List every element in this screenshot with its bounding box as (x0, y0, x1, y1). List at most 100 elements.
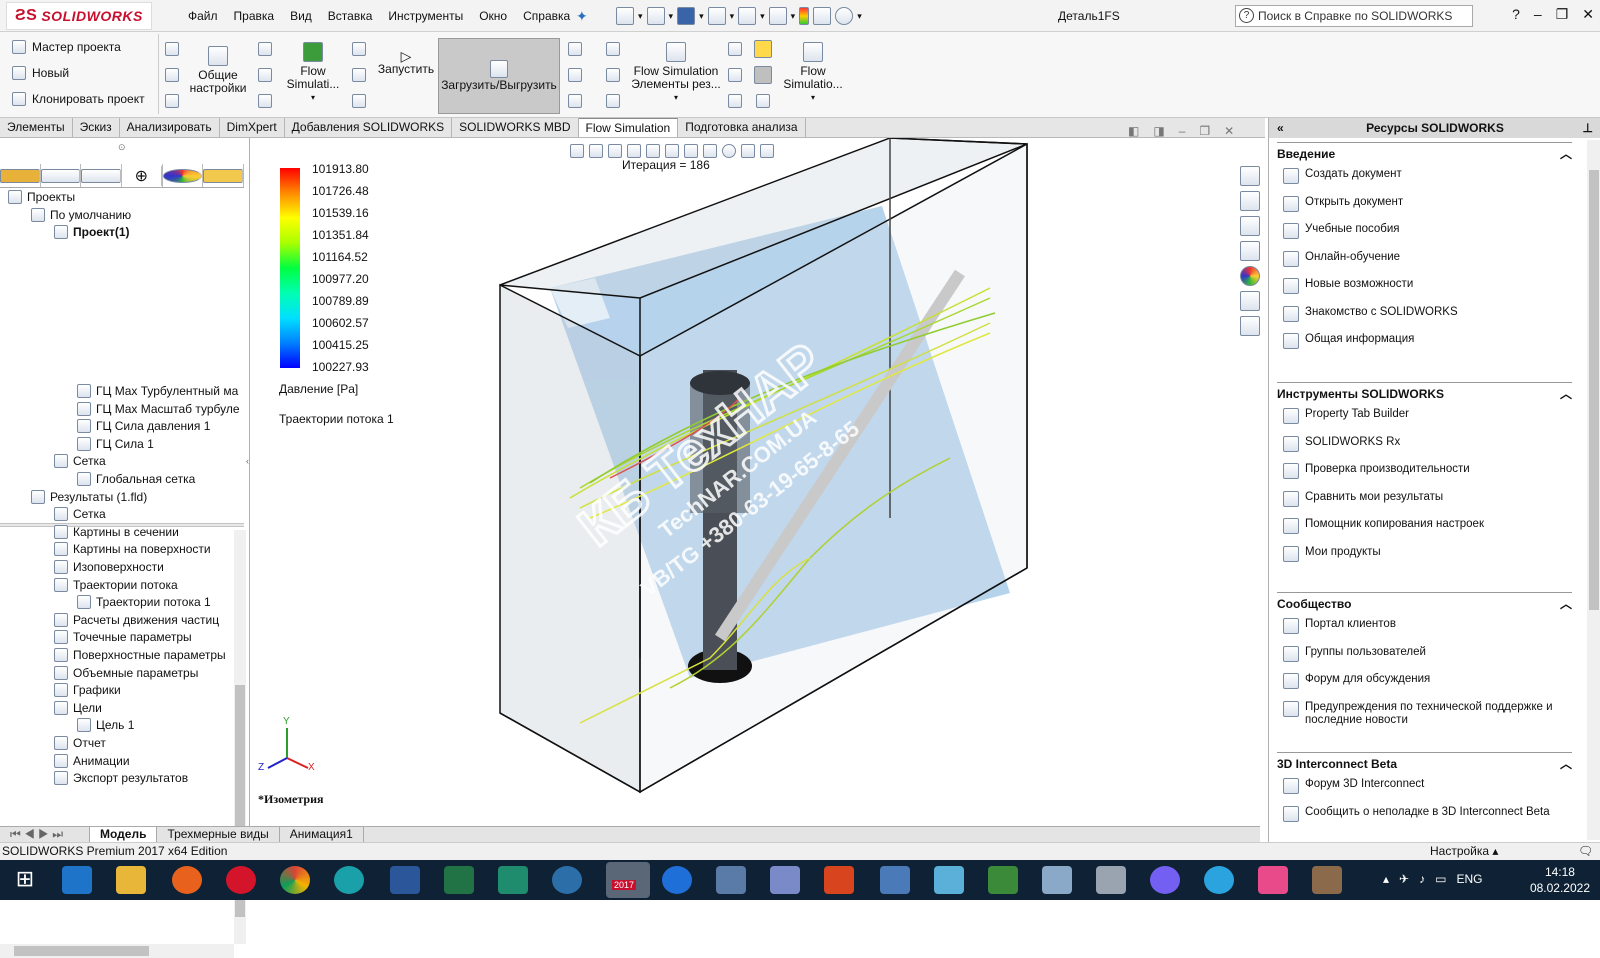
viewport-minimize-button[interactable]: – (1179, 124, 1186, 138)
tree-item[interactable]: Глобальная сетка (77, 470, 195, 488)
customize-menu[interactable]: Настройка ▴ (1430, 844, 1498, 858)
help-search-input[interactable]: ? Поиск в Справке по SOLIDWORKS (1235, 5, 1473, 27)
ribbon-icon-g[interactable] (352, 42, 366, 56)
chrome-icon[interactable] (280, 866, 310, 894)
excel-icon[interactable] (444, 866, 474, 894)
ribbon-icon-c[interactable] (165, 94, 179, 108)
windows-start-icon[interactable]: ⊞ (10, 866, 40, 894)
tab-sketch[interactable]: Эскиз (73, 118, 120, 137)
tree-item[interactable]: ГЦ Сила 1 (77, 435, 154, 453)
run-button[interactable]: ▷ Запустить (378, 49, 434, 76)
flow-simulation-button-2[interactable]: Flow Simulatio... ▾ (780, 42, 846, 104)
app-icon-9[interactable] (1258, 866, 1288, 894)
load-unload-button[interactable]: Загрузить/Выгрузить (438, 38, 560, 114)
ribbon-icon-o[interactable] (606, 94, 620, 108)
save-icon[interactable] (677, 7, 696, 25)
help-question-icon[interactable]: ? (1512, 6, 1520, 23)
resources-section-header[interactable]: Инструменты SOLIDWORKS ︿ (1277, 382, 1572, 401)
tree-item[interactable]: Отчет (54, 734, 106, 752)
telegram-icon[interactable] (1204, 866, 1234, 894)
resource-link[interactable]: Property Tab Builder (1283, 408, 1409, 424)
tree-item[interactable]: Цель 1 (77, 716, 134, 734)
undo-icon[interactable] (738, 7, 757, 25)
tree-item[interactable]: Объемные параметры (54, 664, 198, 682)
language-indicator[interactable]: ENG (1456, 872, 1482, 886)
viewport-split-left-icon[interactable]: ◧ (1128, 124, 1139, 138)
tree-item[interactable]: ГЦ Max Турбулентный ма (77, 382, 238, 400)
app-icon-8[interactable] (1042, 866, 1072, 894)
tab-navigation-arrows[interactable]: ⏮ ◀ ▶ ⏭ (0, 827, 90, 842)
calculator-icon[interactable] (1096, 866, 1126, 894)
design-library-icon[interactable] (1240, 191, 1260, 211)
resource-link[interactable]: Группы пользователей (1283, 645, 1426, 662)
ribbon-icon-q[interactable] (728, 68, 742, 82)
solidworks-taskbar-icon[interactable]: 2017 (606, 862, 650, 898)
app-icon-10[interactable] (1312, 866, 1342, 894)
ribbon-icon-r[interactable] (728, 94, 742, 108)
chat-icon[interactable]: 🗨 (1578, 844, 1593, 858)
options-gear-icon[interactable] (835, 7, 854, 25)
restore-button[interactable]: ❐ (1556, 6, 1569, 23)
ribbon-icon-e[interactable] (258, 68, 272, 82)
tree-item[interactable]: По умолчанию (31, 206, 131, 224)
resource-link[interactable]: Онлайн-обучение (1283, 250, 1400, 267)
tree-item[interactable]: Проекты (8, 188, 75, 206)
resource-link[interactable]: Помощник копирования настроек (1283, 518, 1484, 534)
project-wizard-button[interactable]: Мастер проекта (12, 40, 121, 54)
resource-link[interactable]: Предупреждения по технической поддержке … (1283, 700, 1555, 727)
flow-simulation-results-button[interactable]: Flow Simulation Элементы рез... ▾ (630, 42, 722, 104)
pane-collapse-handle[interactable]: ⊙ (118, 142, 126, 153)
tree-item[interactable]: Цели (54, 699, 102, 717)
ribbon-icon-f[interactable] (258, 94, 272, 108)
configuration-manager-icon[interactable] (81, 164, 123, 187)
app-icon-6[interactable] (934, 866, 964, 894)
lightbulb-icon[interactable] (754, 40, 772, 58)
select-icon[interactable] (768, 7, 787, 25)
tab-animation[interactable]: Анимация1 (280, 827, 364, 842)
tab-evaluate[interactable]: Анализировать (120, 118, 220, 137)
general-settings-button[interactable]: Общие настройки (190, 46, 246, 95)
app-icon-4[interactable] (824, 866, 854, 894)
tree-item[interactable]: Расчеты движения частиц (54, 611, 219, 629)
resources-section-header[interactable]: Введение ︿ (1277, 142, 1572, 161)
file-explorer-taskbar-icon[interactable] (116, 866, 146, 894)
resource-link[interactable]: Форум для обсуждения (1283, 673, 1430, 689)
forum-icon[interactable] (1240, 316, 1260, 336)
rebuild-icon[interactable] (799, 7, 810, 25)
word-icon[interactable] (390, 866, 420, 894)
new-project-button[interactable]: Новый (12, 66, 69, 80)
tree-item[interactable]: Картины в сечении (54, 523, 179, 541)
ribbon-icon-m[interactable] (606, 42, 620, 56)
app-icon-5[interactable] (880, 866, 910, 894)
resource-link[interactable]: Сравнить мои результаты (1283, 490, 1443, 507)
tab-model[interactable]: Модель (90, 827, 158, 842)
tree-item[interactable]: Изоповерхности (54, 558, 164, 576)
chevron-up-icon[interactable]: ︿ (1560, 145, 1572, 162)
appearances-icon[interactable] (1240, 266, 1260, 286)
app-icon-1[interactable] (552, 866, 582, 894)
tree-item[interactable]: Поверхностные параметры (54, 646, 226, 664)
ribbon-icon-l[interactable] (568, 94, 582, 108)
new-document-icon[interactable] (616, 7, 634, 25)
clone-project-button[interactable]: Клонировать проект (12, 92, 145, 106)
resource-link[interactable]: Создать документ (1283, 168, 1402, 184)
graphics-area[interactable]: Итерация = 186 101913.80 101726.48 10153… (250, 138, 1260, 826)
upload-app-icon[interactable] (662, 866, 692, 894)
collapse-pane-icon[interactable]: « (1277, 118, 1284, 138)
publisher-icon[interactable] (498, 866, 528, 894)
resource-link[interactable]: Знакомство с SOLIDWORKS (1283, 305, 1458, 322)
ribbon-icon-k[interactable] (568, 68, 582, 82)
tree-item[interactable]: ГЦ Сила давления 1 (77, 417, 210, 435)
viewport-close-button[interactable]: ✕ (1224, 124, 1234, 138)
tree-item[interactable]: Траектории потока (54, 576, 178, 594)
open-icon[interactable] (646, 7, 665, 25)
resource-link[interactable]: Сообщить о неполадке в 3D Interconnect B… (1283, 805, 1550, 822)
viewport-restore-button[interactable]: ❐ (1199, 124, 1210, 138)
menu-insert[interactable]: Вставка (320, 9, 381, 23)
print-icon[interactable] (707, 7, 726, 25)
menu-file[interactable]: Файл (180, 9, 226, 23)
tree-item[interactable]: Картины на поверхности (54, 540, 211, 558)
tree-item[interactable]: Экспорт результатов (54, 769, 188, 787)
tree-item[interactable]: Проект(1) (54, 223, 130, 241)
internet-explorer-icon[interactable] (62, 866, 92, 894)
